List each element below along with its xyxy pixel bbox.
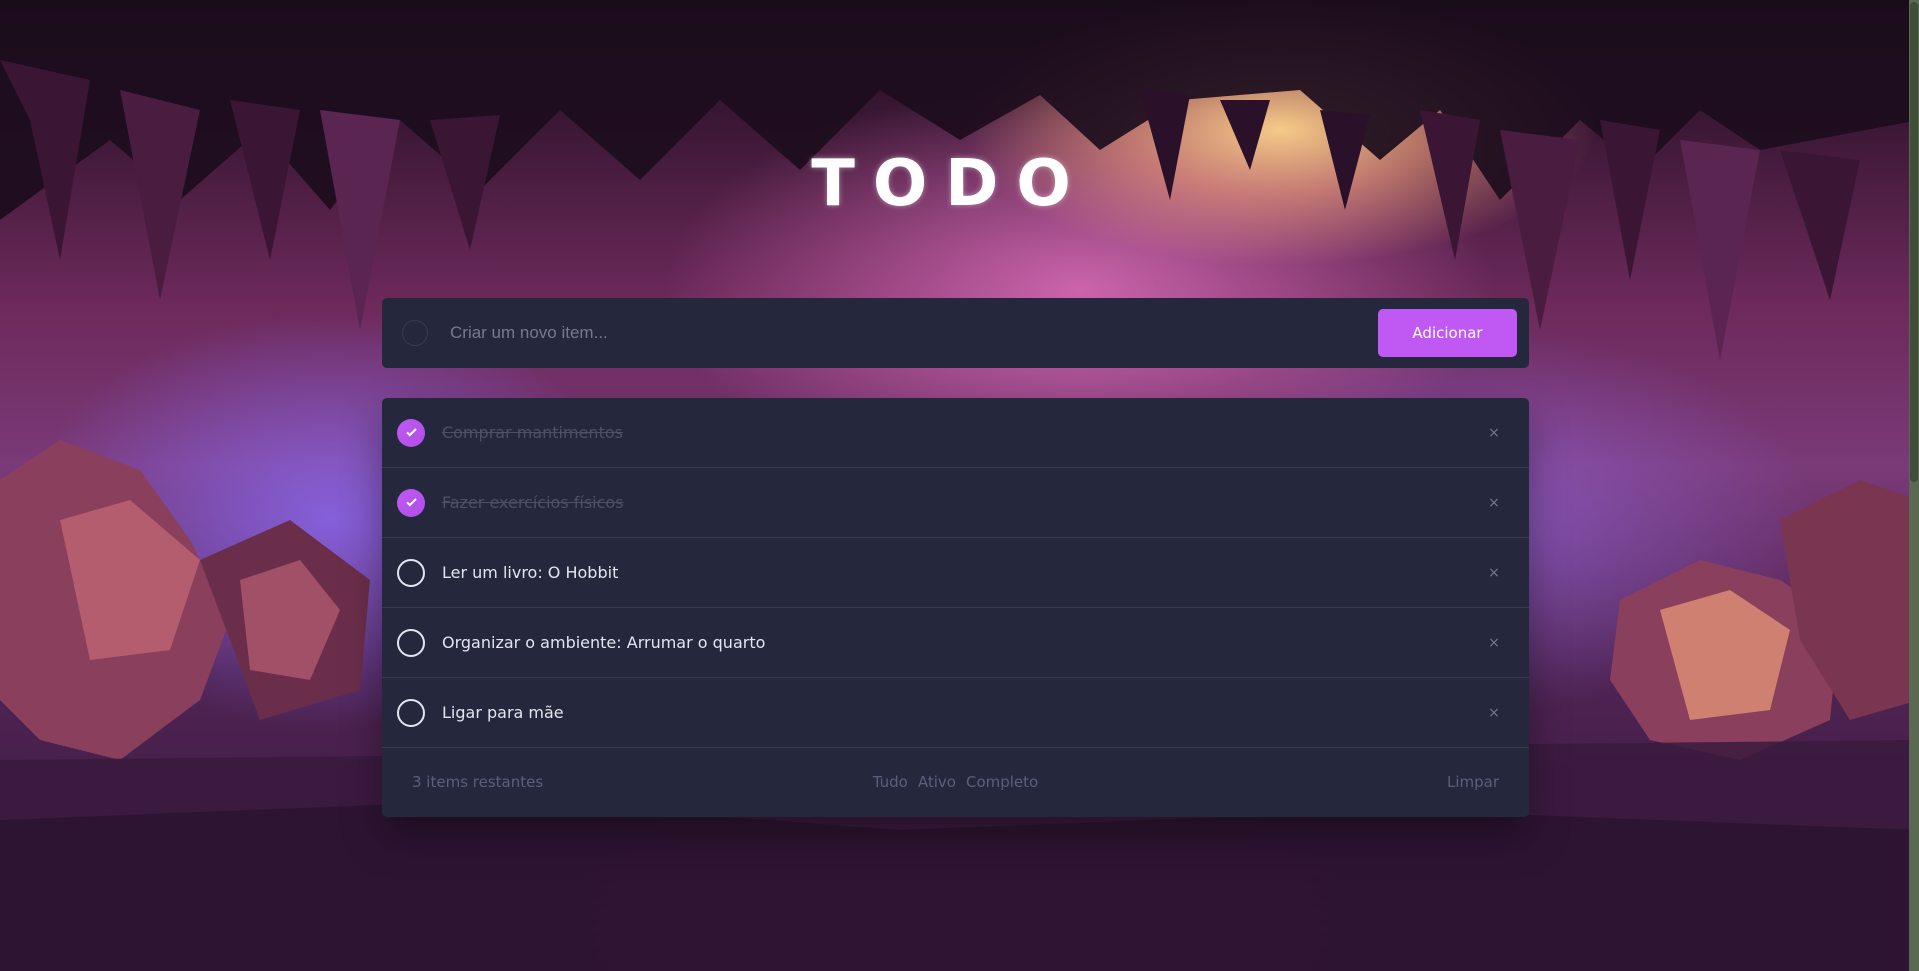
todo-checkbox[interactable] [397,628,425,657]
items-remaining-count: 3 items restantes [412,773,544,791]
filter-group: Tudo Ativo Completo [382,748,1529,816]
check-icon [405,428,417,437]
todo-checkbox[interactable] [397,698,425,727]
new-item-circle-icon [402,320,428,346]
todo-item: Organizar o ambiente: Arrumar o quarto × [382,608,1529,678]
close-icon[interactable]: × [1484,423,1504,443]
check-icon [405,498,417,507]
new-item-bar: Adicionar [382,298,1529,368]
new-item-input[interactable] [448,312,1378,354]
todo-item: Comprar mantimentos × [382,398,1529,468]
close-icon[interactable]: × [1484,493,1504,513]
close-icon[interactable]: × [1484,563,1504,583]
todo-item: Fazer exercícios físicos × [382,468,1529,538]
todo-list: Comprar mantimentos × Fazer exercícios f… [382,398,1529,817]
todo-item-text[interactable]: Ligar para mãe [442,703,1484,722]
filter-completed[interactable]: Completo [966,773,1038,791]
window-scrollbar[interactable] [1909,0,1919,971]
close-icon[interactable]: × [1484,633,1504,653]
page-title: TODO [811,147,1089,221]
scrollbar-thumb[interactable] [1910,2,1918,482]
todo-checkbox[interactable] [397,488,425,517]
todo-checkbox[interactable] [397,418,425,447]
filter-active[interactable]: Ativo [918,773,956,791]
todo-item-text[interactable]: Fazer exercícios físicos [442,493,1484,512]
todo-item-text[interactable]: Comprar mantimentos [442,423,1484,442]
clear-completed-button[interactable]: Limpar [1447,773,1499,791]
todo-checkbox[interactable] [397,558,425,587]
add-item-button[interactable]: Adicionar [1378,309,1517,357]
todo-item-text[interactable]: Ler um livro: O Hobbit [442,563,1484,582]
todo-item-text[interactable]: Organizar o ambiente: Arrumar o quarto [442,633,1484,652]
close-icon[interactable]: × [1484,703,1504,723]
todo-footer: 3 items restantes Tudo Ativo Completo Li… [382,748,1529,816]
filter-all[interactable]: Tudo [873,773,908,791]
todo-item: Ligar para mãe × [382,678,1529,748]
todo-item: Ler um livro: O Hobbit × [382,538,1529,608]
